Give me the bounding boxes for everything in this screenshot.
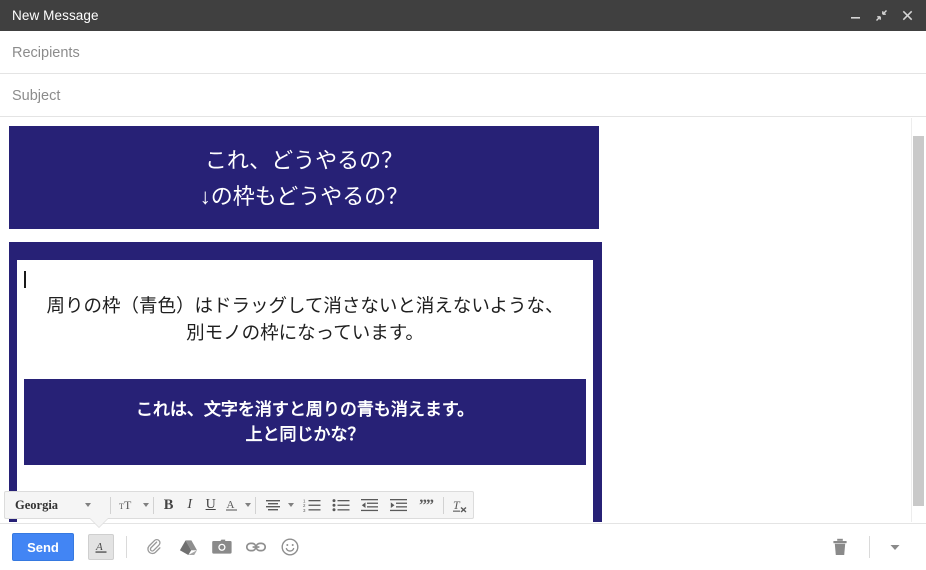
white-inner-panel[interactable]: 周りの枠（青色）はドラッグして消さないと消えないような、 別モノの枠になっていま… [17, 260, 593, 522]
insert-photo-button[interactable] [207, 532, 237, 562]
bold-button[interactable]: B [158, 493, 179, 517]
exit-fullscreen-button[interactable] [868, 3, 894, 29]
more-options-button[interactable] [880, 532, 910, 562]
panel-line-1: 周りの枠（青色）はドラッグして消さないと消えないような、 [46, 297, 564, 317]
subject-row[interactable] [0, 75, 926, 117]
formatting-options-toggle[interactable]: A [88, 534, 114, 560]
toolbar-divider [255, 496, 257, 514]
recipients-row[interactable] [0, 32, 926, 74]
body-scrollbar-thumb[interactable] [913, 136, 924, 506]
navy-banner-inner[interactable]: これは、文字を消すと周りの青も消えます。 上と同じかな？ [24, 379, 586, 465]
bold-icon: B [163, 496, 174, 513]
action-bar-divider [126, 536, 127, 558]
minimize-icon [850, 17, 860, 19]
navy-frame-block[interactable]: 周りの枠（青色）はドラッグして消さないと消えないような、 別モノの枠になっていま… [9, 242, 602, 522]
toolbar-divider [110, 496, 112, 514]
svg-text:A: A [95, 541, 103, 553]
insert-drive-button[interactable] [173, 532, 203, 562]
align-chevron-down-icon[interactable] [287, 503, 294, 507]
minimize-button[interactable] [842, 3, 868, 29]
bulleted-list-icon [332, 499, 350, 512]
underline-button[interactable]: U [200, 493, 221, 517]
exit-fullscreen-icon [875, 10, 887, 21]
trash-icon [833, 538, 847, 555]
text-color-button[interactable]: A [221, 493, 242, 517]
align-button[interactable] [260, 493, 285, 517]
indent-more-button[interactable] [386, 493, 411, 517]
formatting-toolbar[interactable]: Georgia T T B I U A 1 2 3 ” ” T [4, 491, 474, 519]
emoji-icon [281, 538, 299, 556]
quote-button[interactable]: ” ” [414, 493, 439, 517]
svg-text:”: ” [426, 498, 434, 512]
numbered-list-button[interactable]: 1 2 3 [300, 493, 325, 517]
window-title: New Message [12, 8, 99, 23]
indent-less-icon [360, 499, 378, 512]
discard-draft-button[interactable] [825, 532, 855, 562]
font-size-chevron-down-icon[interactable] [143, 503, 150, 507]
svg-text:T: T [124, 498, 132, 512]
navy-banner-top[interactable]: これ、どうやるの？ ↓の枠もどうやるの？ [9, 126, 599, 229]
camera-icon [212, 539, 232, 554]
banner-top-line-2: ↓の枠もどうやるの？ [199, 183, 409, 209]
toolbar-divider [153, 496, 155, 514]
panel-line-2: 別モノの枠になっています。 [186, 324, 424, 344]
text-cursor [24, 271, 26, 288]
chevron-down-icon [890, 545, 900, 550]
italic-button[interactable]: I [179, 493, 200, 517]
panel-paragraph: 周りの枠（青色）はドラッグして消さないと消えないような、 別モノの枠になっていま… [17, 294, 593, 348]
close-icon [902, 10, 912, 21]
recipients-input[interactable] [0, 32, 926, 73]
body-scrollbar-track[interactable] [911, 118, 926, 522]
attach-files-button[interactable] [139, 532, 169, 562]
message-body-editor[interactable]: これ、どうやるの？ ↓の枠もどうやるの？ 周りの枠（青色）はドラッグして消さない… [0, 118, 926, 522]
font-family-label: Georgia [15, 497, 59, 512]
font-size-icon: T T [119, 498, 132, 512]
toolbar-pointer-arrow [90, 518, 108, 527]
insert-link-button[interactable] [241, 532, 271, 562]
action-bar-divider [869, 536, 870, 558]
font-size-button[interactable]: T T [115, 493, 140, 517]
insert-emoji-button[interactable] [275, 532, 305, 562]
format-text-icon: A [95, 541, 107, 553]
google-drive-icon [179, 540, 197, 555]
link-icon [246, 542, 266, 552]
font-family-chevron-down-icon[interactable] [85, 503, 91, 507]
toolbar-divider [443, 496, 445, 514]
banner-inner-line-2: 上と同じかな？ [245, 425, 365, 444]
paperclip-icon [147, 538, 161, 555]
align-center-icon [265, 500, 280, 511]
send-button[interactable]: Send [12, 533, 74, 561]
indent-less-button[interactable] [357, 493, 382, 517]
svg-text:T: T [453, 498, 461, 512]
underline-icon: U [205, 497, 216, 512]
remove-formatting-icon: T [453, 498, 467, 513]
action-bar-right-group [825, 532, 914, 562]
close-button[interactable] [894, 3, 920, 29]
window-controls [842, 0, 920, 31]
text-color-icon: A [225, 499, 237, 511]
indent-more-icon [389, 499, 407, 512]
banner-inner-line-1: これは、文字を消すと周りの青も消えます。 [135, 400, 475, 419]
title-bar: New Message [0, 0, 926, 31]
italic-icon: I [187, 497, 192, 512]
subject-input[interactable] [0, 75, 926, 116]
bulleted-list-button[interactable] [328, 493, 353, 517]
quote-icon: ” ” [419, 498, 434, 512]
svg-text:3: 3 [303, 508, 306, 512]
compose-action-bar: Send A [0, 523, 926, 570]
text-color-chevron-down-icon[interactable] [245, 503, 252, 507]
remove-formatting-button[interactable]: T [448, 493, 473, 517]
font-family-dropdown[interactable]: Georgia [5, 492, 85, 518]
banner-top-line-1: これ、どうやるの？ [204, 147, 404, 173]
compose-window: New Message Recipients Subject これ、どうやるの？… [0, 0, 926, 570]
numbered-list-icon: 1 2 3 [303, 498, 321, 512]
